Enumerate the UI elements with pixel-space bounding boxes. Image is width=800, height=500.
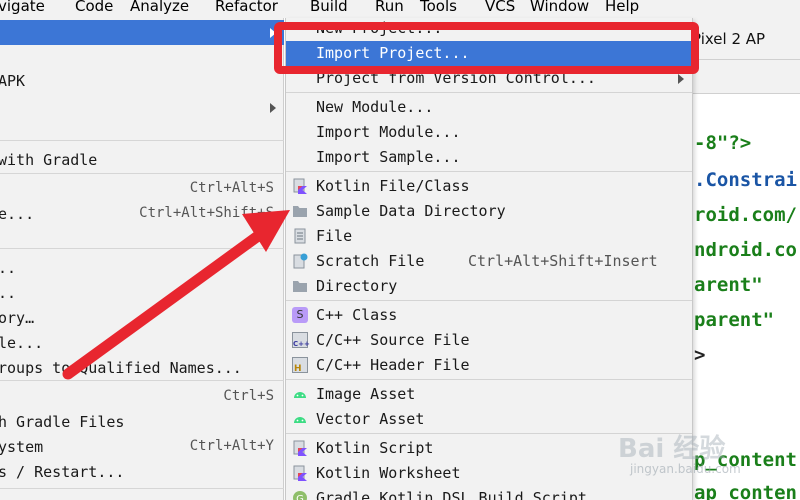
- annotation-arrow-icon: [62, 210, 290, 380]
- watermark-logo: Bai 经验: [618, 434, 726, 464]
- watermark-url: jingyan.baidu.com: [630, 462, 741, 476]
